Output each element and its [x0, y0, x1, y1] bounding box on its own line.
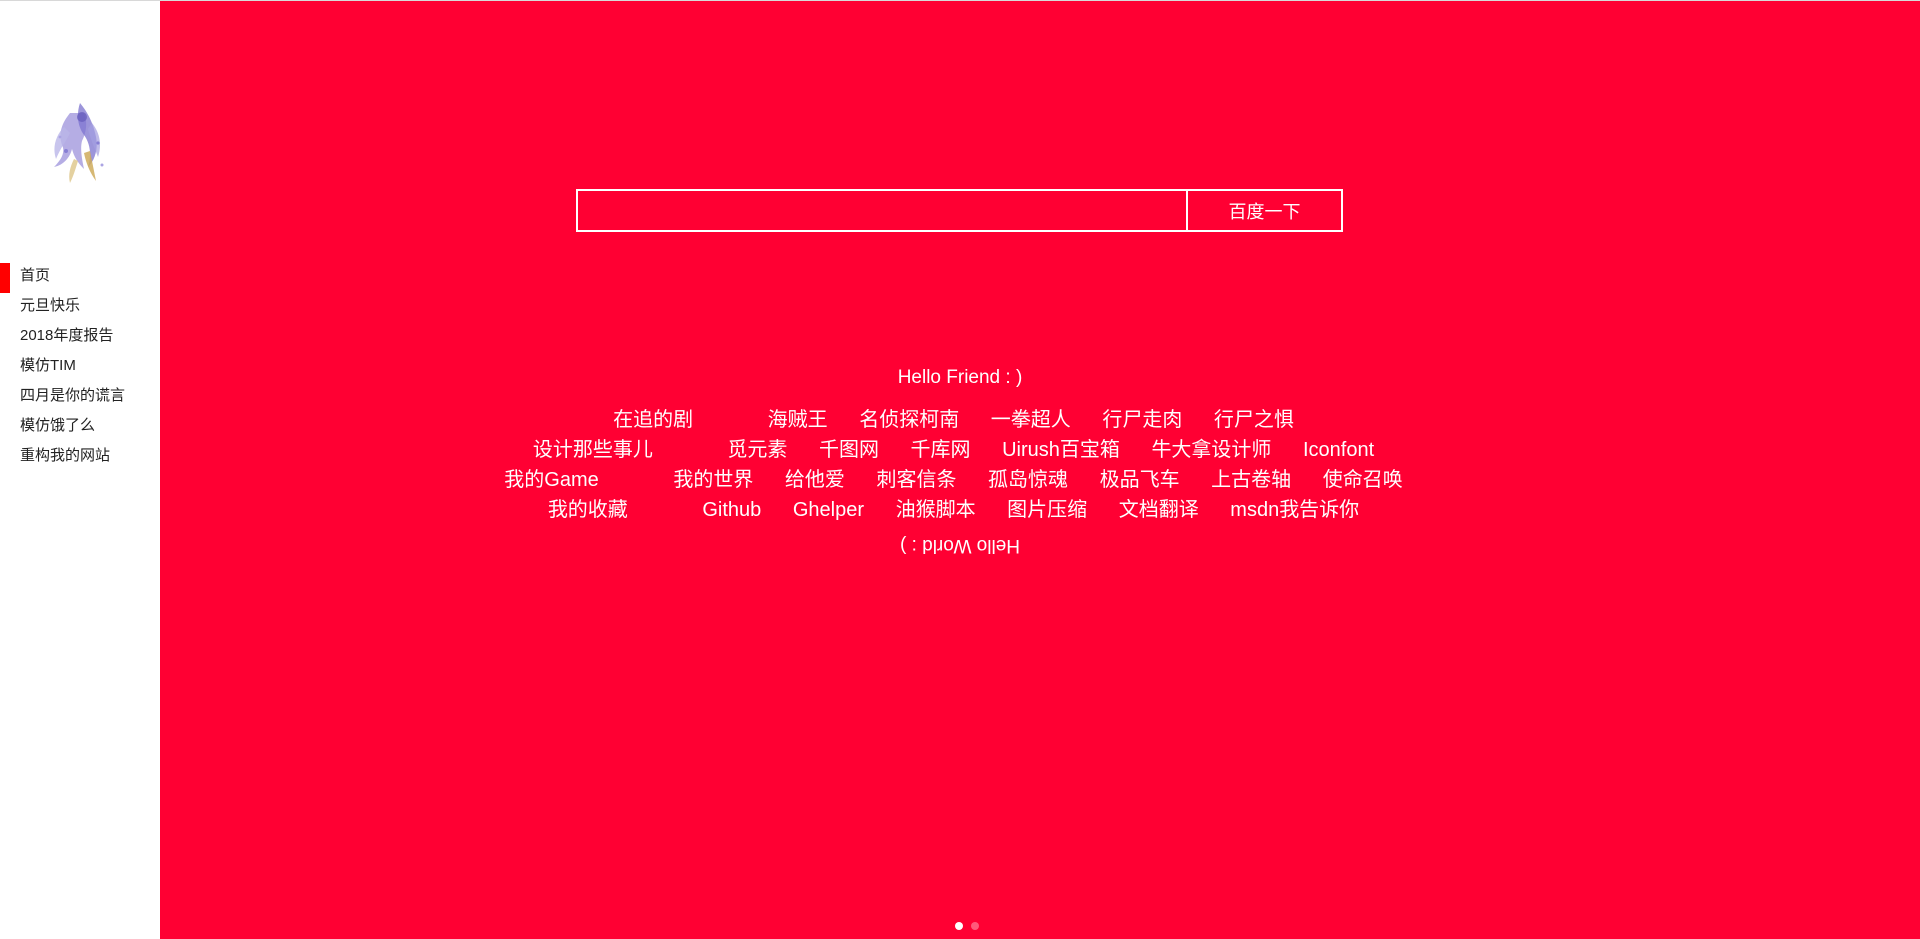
page: 首页 元旦快乐 2018年度报告 模仿TIM 四月是你的谎言 模仿饿了么 重构我…: [0, 0, 1920, 939]
link-item[interactable]: 孤岛惊魂: [988, 465, 1068, 495]
link-item[interactable]: Iconfont: [1303, 435, 1374, 465]
link-item[interactable]: 行尸之惧: [1214, 405, 1294, 435]
sidebar-item-home[interactable]: 首页: [0, 263, 160, 293]
sidebar-item-tim-clone[interactable]: 模仿TIM: [0, 353, 160, 383]
link-item[interactable]: 给他爱: [785, 465, 845, 495]
link-item[interactable]: Ghelper: [793, 495, 864, 525]
sidebar-item-label: 四月是你的谎言: [20, 387, 126, 404]
pagination-dots: [955, 922, 979, 930]
main-area: 百度一下 Hello Friend : ) 在追的剧 海贼王 名侦探柯南 一拳超…: [160, 1, 1920, 939]
avatar-icon: [54, 103, 104, 183]
link-item[interactable]: 千图网: [819, 435, 879, 465]
link-item[interactable]: 一拳超人: [991, 405, 1071, 435]
link-item[interactable]: 极品飞车: [1100, 465, 1180, 495]
farewell-text-upside-down: Hello World : ): [900, 535, 1021, 556]
row-title: 我的收藏: [547, 499, 628, 521]
row-title: 我的Game: [504, 469, 599, 491]
greeting-text: Hello Friend : ): [897, 367, 1023, 388]
sidebar-item-rebuild-site[interactable]: 重构我的网站: [0, 443, 160, 473]
sidebar-item-new-year[interactable]: 元旦快乐: [0, 293, 160, 323]
link-item[interactable]: 行尸走肉: [1102, 405, 1182, 435]
link-item[interactable]: 刺客信条: [876, 465, 956, 495]
sidebar-item-label: 首页: [20, 267, 51, 284]
link-item[interactable]: 油猴脚本: [896, 495, 976, 525]
link-item[interactable]: 牛大拿设计师: [1151, 435, 1271, 465]
sidebar-item-eleme-clone[interactable]: 模仿饿了么: [0, 413, 160, 443]
link-item[interactable]: 图片压缩: [1007, 495, 1087, 525]
pagination-dot-active[interactable]: [955, 922, 963, 930]
sidebar-item-label: 模仿饿了么: [20, 417, 96, 434]
sidebar-item-label: 模仿TIM: [20, 357, 76, 374]
search-bar: 百度一下: [576, 189, 1343, 232]
active-indicator: [0, 263, 10, 293]
search-input[interactable]: [578, 191, 1188, 230]
link-item[interactable]: 名侦探柯南: [859, 405, 959, 435]
link-item[interactable]: 千库网: [911, 435, 971, 465]
link-item[interactable]: 觅元素: [727, 435, 787, 465]
link-item[interactable]: Github: [702, 495, 761, 525]
link-item[interactable]: 海贼王: [768, 405, 828, 435]
search-button[interactable]: 百度一下: [1188, 191, 1341, 230]
sidebar-item-label: 2018年度报告: [20, 327, 114, 344]
row-title: 设计那些事儿: [532, 439, 653, 461]
link-item[interactable]: msdn我告诉你: [1230, 495, 1359, 525]
link-item[interactable]: 上古卷轴: [1211, 465, 1291, 495]
link-item[interactable]: 使命召唤: [1323, 465, 1403, 495]
link-row-favorites: 我的收藏 Github Ghelper 油猴脚本 图片压缩 文档翻译 msdn我…: [160, 495, 1760, 525]
link-rows: 在追的剧 海贼王 名侦探柯南 一拳超人 行尸走肉 行尸之惧 设计那些事儿 觅元素…: [160, 405, 1760, 525]
link-row-tv-shows: 在追的剧 海贼王 名侦探柯南 一拳超人 行尸走肉 行尸之惧: [160, 405, 1760, 435]
sidebar-item-annual-report[interactable]: 2018年度报告: [0, 323, 160, 353]
link-item[interactable]: Uirush百宝箱: [1002, 435, 1120, 465]
row-title: 在追的剧: [613, 409, 694, 431]
link-row-design: 设计那些事儿 觅元素 千图网 千库网 Uirush百宝箱 牛大拿设计师 Icon…: [160, 435, 1760, 465]
pagination-dot[interactable]: [971, 922, 979, 930]
link-item[interactable]: 我的世界: [673, 465, 753, 495]
link-item[interactable]: 文档翻译: [1119, 495, 1199, 525]
sidebar-item-label: 重构我的网站: [20, 447, 111, 464]
sidebar: 首页 元旦快乐 2018年度报告 模仿TIM 四月是你的谎言 模仿饿了么 重构我…: [0, 1, 160, 939]
sidebar-item-your-lie-in-april[interactable]: 四月是你的谎言: [0, 383, 160, 413]
link-row-games: 我的Game 我的世界 给他爱 刺客信条 孤岛惊魂 极品飞车 上古卷轴 使命召唤: [160, 465, 1760, 495]
sidebar-nav: 首页 元旦快乐 2018年度报告 模仿TIM 四月是你的谎言 模仿饿了么 重构我…: [0, 263, 160, 473]
sidebar-item-label: 元旦快乐: [20, 297, 81, 314]
